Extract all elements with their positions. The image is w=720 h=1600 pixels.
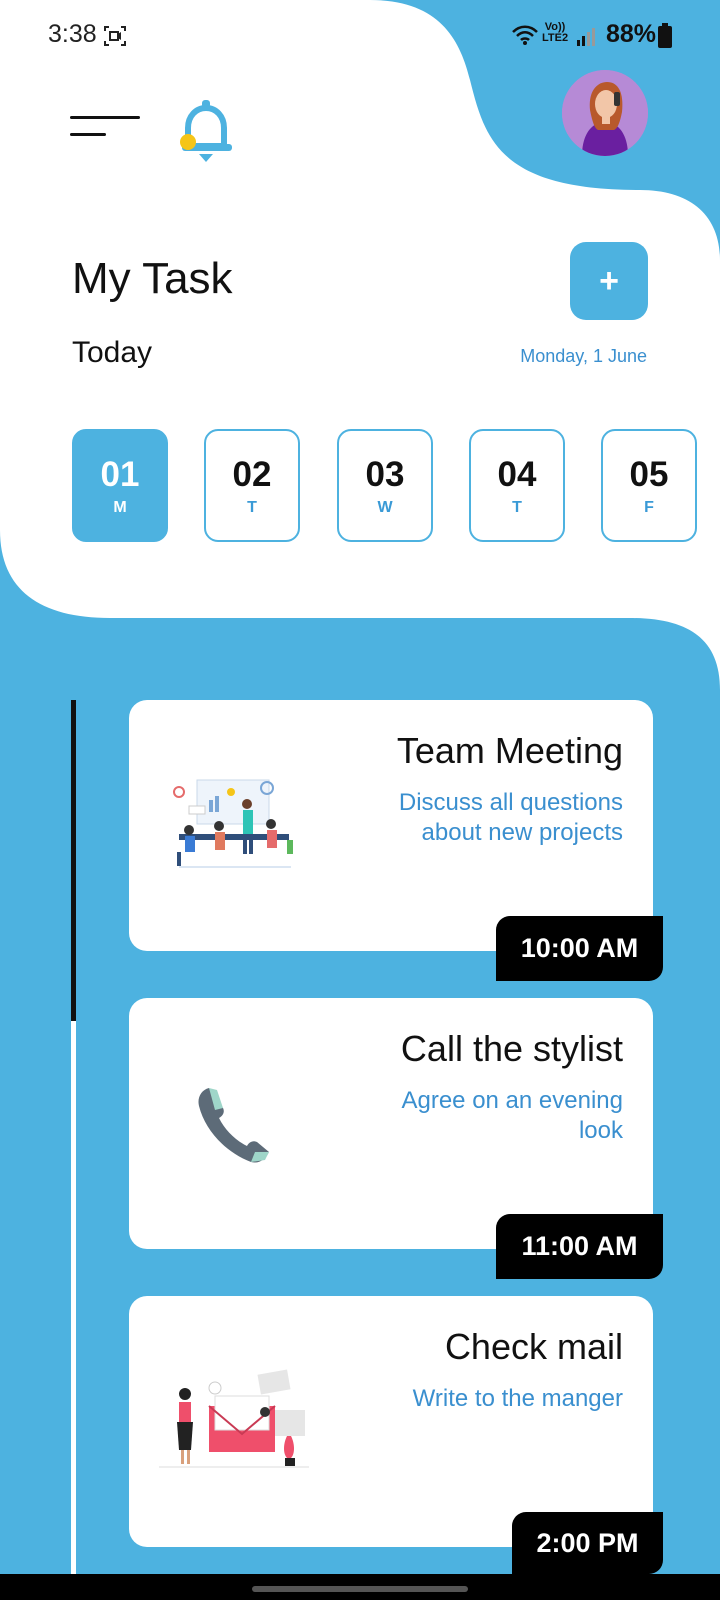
- day-number: 01: [100, 455, 140, 494]
- menu-icon[interactable]: [70, 114, 142, 140]
- current-date: Monday, 1 June: [520, 346, 647, 366]
- task-title: Check mail: [444, 1326, 623, 1367]
- task-card-team-meeting[interactable]: Team Meeting Discuss all questions about…: [129, 700, 653, 951]
- task-time-badge: 10:00 AM: [496, 916, 663, 981]
- bell-icon[interactable]: [178, 98, 236, 166]
- task-title: Team Meeting: [396, 730, 623, 771]
- day-letter: T: [512, 499, 522, 516]
- today-label: Today: [72, 336, 153, 369]
- avatar[interactable]: [562, 70, 648, 156]
- task-title: Call the stylist: [400, 1028, 623, 1069]
- task-card-check-mail[interactable]: Check mail Write to the manger: [129, 1296, 653, 1547]
- task-card-call-stylist[interactable]: Call the stylist Agree on an evening loo…: [129, 998, 653, 1249]
- avatar-picture: [562, 70, 648, 156]
- wifi-icon: [512, 25, 538, 45]
- status-bar: 3:38 Vo)) LTE2 88%: [0, 0, 720, 70]
- phone-icon: [198, 1088, 269, 1163]
- signal-icon: [577, 28, 595, 46]
- day-number: 05: [629, 455, 669, 494]
- day-number: 03: [365, 455, 405, 494]
- day-letter: M: [113, 499, 127, 516]
- status-time: 3:38: [48, 20, 97, 48]
- network-line2: LTE2: [542, 32, 569, 44]
- day-letter: F: [644, 499, 654, 516]
- home-gesture-bar[interactable]: [252, 1586, 468, 1592]
- day-card-01[interactable]: 01 M: [72, 429, 168, 542]
- menu-line-top: [70, 116, 140, 119]
- day-card-05[interactable]: 05 F: [601, 429, 697, 542]
- screen-record-icon: [104, 26, 126, 46]
- day-card-03[interactable]: 03 W: [337, 429, 433, 542]
- network-type: Vo)) LTE2: [542, 22, 568, 44]
- team-meeting-illustration: [173, 779, 293, 868]
- battery-percentage: 88%: [606, 20, 657, 48]
- battery-icon: [658, 23, 672, 48]
- timeline-progress: [71, 700, 76, 1021]
- task-description: Discuss all questions about new projects: [398, 789, 623, 846]
- add-task-button[interactable]: +: [570, 242, 648, 320]
- day-number: 04: [497, 455, 537, 494]
- task-time-badge: 11:00 AM: [496, 1214, 663, 1279]
- day-letter: T: [247, 499, 257, 516]
- page-title: My Task: [72, 254, 233, 303]
- day-card-04[interactable]: 04 T: [469, 429, 565, 542]
- task-time-badge: 2:00 PM: [512, 1512, 663, 1574]
- day-letter: W: [377, 499, 393, 516]
- task-description: Agree on an evening look: [401, 1087, 623, 1144]
- day-card-02[interactable]: 02 T: [204, 429, 300, 542]
- day-number: 02: [232, 455, 272, 494]
- menu-line-bottom: [70, 133, 106, 136]
- mail-illustration: [159, 1369, 309, 1468]
- task-description: Write to the manger: [412, 1385, 623, 1412]
